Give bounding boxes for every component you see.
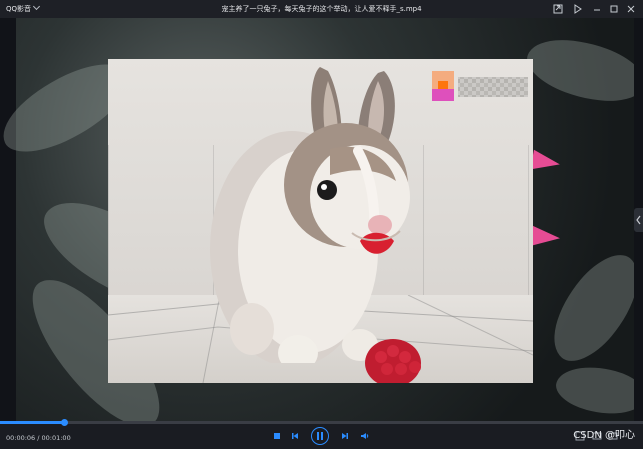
volume-icon	[361, 433, 369, 439]
time-display: 00:00:06 / 00:01:00	[6, 434, 71, 442]
seek-handle[interactable]	[61, 419, 69, 426]
background-leaf	[551, 357, 643, 421]
close-icon[interactable]	[626, 4, 636, 14]
background-leaf	[520, 24, 643, 117]
seek-bar[interactable]	[0, 419, 643, 426]
rabbit	[210, 67, 410, 363]
window-title: 宠主养了一只兔子，每天兔子的这个举动，让人爱不释手_s.mp4	[221, 5, 422, 13]
video-area[interactable]	[0, 18, 643, 421]
maximize-icon[interactable]	[609, 4, 619, 14]
chevron-left-icon	[636, 215, 641, 225]
raspberry	[365, 339, 421, 383]
next-icon	[342, 433, 348, 439]
video-frame[interactable]	[108, 59, 533, 383]
next-button[interactable]	[340, 431, 350, 441]
csdn-watermark: CSDN @叩心	[573, 430, 635, 441]
volume-button[interactable]	[360, 431, 370, 441]
pink-petal	[531, 225, 561, 249]
pink-petal	[530, 149, 562, 175]
left-letterbox	[0, 18, 16, 421]
blurred-logo	[432, 71, 528, 101]
pause-icon	[317, 432, 323, 440]
previous-button[interactable]	[290, 431, 300, 441]
previous-icon	[292, 433, 298, 439]
playlist-toggle-button[interactable]	[634, 208, 643, 232]
stop-icon	[274, 433, 280, 439]
pause-button[interactable]	[311, 427, 329, 445]
seek-fill	[0, 421, 65, 424]
title-bar: QQ影音 宠主养了一只兔子，每天兔子的这个举动，让人爱不释手_s.mp4	[0, 0, 643, 18]
stop-button[interactable]	[272, 431, 282, 441]
pip-icon[interactable]	[553, 4, 563, 14]
control-bar: 00:00:06 / 00:01:00 CSDN @叩心	[0, 419, 643, 449]
minimize-icon[interactable]	[592, 4, 602, 14]
background-leaf	[534, 242, 643, 374]
send-icon[interactable]	[573, 4, 583, 14]
